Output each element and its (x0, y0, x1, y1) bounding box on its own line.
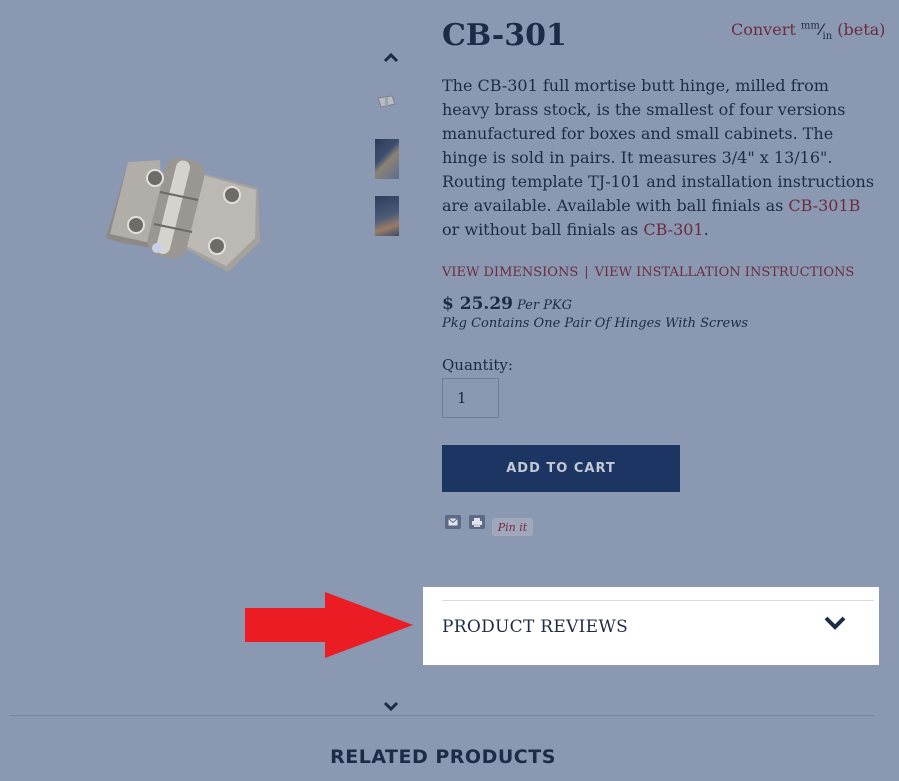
section-divider (10, 715, 874, 716)
thumbnail-installed-hinge-2[interactable] (375, 196, 399, 236)
product-links: VIEW DIMENSIONS | VIEW INSTALLATION INSTRU… (442, 265, 854, 280)
reviews-divider (442, 600, 874, 601)
unit-convert-link[interactable]: Convert mm⁄in (beta) (731, 20, 885, 42)
view-installation-link[interactable]: VIEW INSTALLATION INSTRUCTIONS (595, 265, 855, 280)
convert-beta: (beta) (837, 20, 886, 39)
variant-link-cb301[interactable]: CB-301 (643, 220, 703, 239)
thumbnail-scroll-down-button[interactable] (378, 696, 404, 716)
price-block: $ 25.29 Per PKG (442, 294, 572, 314)
variant-link-cb301b[interactable]: CB-301B (788, 196, 860, 215)
description-text-3: . (703, 220, 709, 239)
product-description: The CB-301 full mortise butt hinge, mill… (442, 74, 877, 242)
reviews-expand-toggle[interactable] (822, 614, 848, 634)
description-text-2: or without ball finials as (442, 220, 644, 239)
view-dimensions-link[interactable]: VIEW DIMENSIONS (442, 265, 578, 280)
price-unit: Per PKG (516, 298, 573, 313)
product-reviews-heading[interactable]: PRODUCT REVIEWS (442, 617, 628, 637)
convert-label: Convert (731, 20, 796, 39)
chevron-down-icon (824, 616, 846, 630)
annotation-arrow (245, 592, 413, 658)
pin-it-button[interactable]: Pin it (492, 518, 533, 536)
price-amount: $ 25.29 (442, 294, 513, 314)
chevron-up-icon (383, 53, 399, 63)
thumbnail-scroll-up-button[interactable] (378, 48, 404, 68)
convert-unit-in: in (822, 31, 833, 43)
links-separator: | (584, 265, 589, 280)
quantity-label: Quantity: (442, 356, 513, 374)
convert-unit-mm: mm (800, 20, 820, 32)
add-to-cart-button[interactable]: ADD TO CART (442, 445, 680, 492)
description-text-1: The CB-301 full mortise butt hinge, mill… (442, 76, 875, 215)
package-note: Pkg Contains One Pair Of Hinges With Scr… (442, 316, 749, 331)
email-icon[interactable] (445, 515, 461, 529)
product-main-image (100, 150, 270, 280)
thumbnail-hinge[interactable] (375, 92, 399, 112)
thumbnail-installed-hinge-1[interactable] (375, 139, 399, 179)
related-products-heading: RELATED PRODUCTS (330, 746, 556, 768)
quantity-input[interactable] (442, 378, 499, 418)
chevron-down-icon (383, 701, 399, 711)
product-title: CB-301 (442, 18, 567, 53)
print-icon[interactable] (469, 515, 485, 529)
